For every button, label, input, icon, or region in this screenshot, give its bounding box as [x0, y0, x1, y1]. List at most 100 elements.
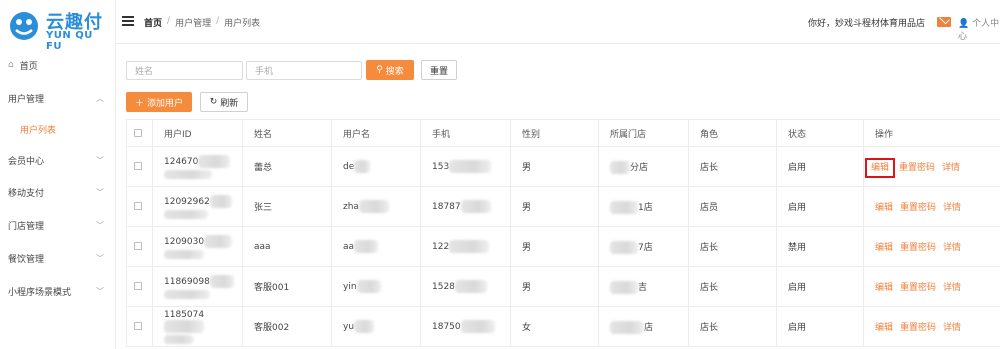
user-id: 1209030 — [164, 236, 205, 247]
detail-link[interactable]: 详情 — [943, 283, 961, 293]
reset-button[interactable]: 重置 — [421, 60, 457, 80]
refresh-label: 刷新 — [220, 98, 239, 109]
breadcrumb-home[interactable]: 首页 — [144, 16, 162, 29]
cell-gender: 男 — [510, 146, 599, 187]
reset-password-link[interactable]: 重置密码 — [900, 243, 936, 253]
cell-phone: 122 — [420, 226, 511, 267]
add-user-button[interactable]: ＋ 添加用户 — [126, 92, 192, 112]
sidebar-item-mobile-pay[interactable]: 移动支付 ﹀ — [0, 177, 116, 207]
cell-store: 分店 — [598, 146, 689, 187]
cell-id: 1209030 — [152, 226, 243, 267]
row-checkbox[interactable] — [126, 226, 153, 267]
row-checkbox[interactable] — [126, 266, 153, 307]
add-user-label: 添加用户 — [147, 98, 184, 109]
chevron-up-icon: ︿ — [96, 94, 104, 103]
chevron-down-icon: ﹀ — [96, 188, 104, 197]
cell-actions: 编辑 重置密码 详情 — [863, 146, 1000, 187]
detail-link[interactable]: 详情 — [943, 243, 961, 253]
cell-status: 启用 — [776, 146, 864, 187]
cell-actions: 编辑 重置密码 详情 — [863, 306, 1000, 347]
column-header: 操作 — [863, 119, 1000, 147]
breadcrumb-separator: / — [167, 16, 171, 26]
cell-status: 启用 — [776, 266, 864, 307]
cell-status: 启用 — [776, 186, 864, 227]
cell-username: de — [331, 146, 421, 187]
reset-password-link[interactable]: 重置密码 — [899, 163, 935, 173]
cell-gender: 男 — [510, 266, 599, 307]
user-center-link[interactable]: 👤 个人中心 — [958, 16, 1000, 42]
sidebar-item-mini-program[interactable]: 小程序场景模式 ﹀ — [0, 276, 116, 306]
cell-role: 店长 — [688, 266, 777, 307]
sidebar-item-store-management[interactable]: 门店管理 ﹀ — [0, 210, 116, 240]
row-checkbox[interactable] — [126, 306, 153, 347]
edit-link[interactable]: 编辑 — [875, 323, 893, 333]
breadcrumb-separator: / — [216, 16, 220, 26]
cell-actions: 编辑 重置密码 详情 — [863, 226, 1000, 267]
cell-name: 蕾总 — [242, 146, 332, 187]
sidebar-item-member-center[interactable]: 会员中心 ﹀ — [0, 145, 116, 175]
column-header: 手机 — [420, 119, 511, 147]
column-header: 性别 — [510, 119, 599, 147]
username-text: de — [343, 162, 355, 172]
table-header-row: 用户ID 姓名 用户名 手机 性别 所属门店 角色 状态 操作 — [126, 119, 1000, 147]
table-row: 1209030 aaa aa 122 男 7店 店长 禁用 编辑 重置密码 详情 — [126, 226, 1000, 267]
sidebar-item-catering[interactable]: 餐饮管理 ﹀ — [0, 243, 116, 273]
cell-phone: 153 — [420, 146, 511, 187]
store-text: 1店 — [638, 202, 653, 213]
cell-role: 店长 — [688, 226, 777, 267]
refresh-button[interactable]: ↻ 刷新 — [200, 92, 248, 112]
cell-name: 张三 — [242, 186, 332, 227]
search-button-label: 搜索 — [385, 66, 404, 77]
breadcrumb-user-management[interactable]: 用户管理 — [175, 16, 211, 29]
chevron-down-icon: ﹀ — [96, 156, 104, 165]
select-all-checkbox[interactable] — [126, 119, 153, 147]
reset-password-link[interactable]: 重置密码 — [900, 323, 936, 333]
sidebar-item-home[interactable]: ⌂ 首页 — [0, 50, 116, 80]
breadcrumb-user-list: 用户列表 — [224, 19, 261, 29]
table-row: 124670 蕾总 de 153 男 分店 店长 启用 编辑 重置密码 详情 — [126, 146, 1000, 187]
username-text: zha — [343, 202, 359, 212]
sidebar-item-label: 用户列表 — [20, 125, 57, 136]
menu-toggle-icon[interactable] — [122, 16, 134, 26]
sidebar-item-user-list[interactable]: 用户列表 — [0, 114, 116, 144]
cell-id: 124670 — [152, 146, 243, 187]
plus-icon: ＋ — [134, 98, 144, 109]
detail-link[interactable]: 详情 — [943, 203, 961, 213]
phone-text: 122 — [432, 242, 450, 252]
username-text: yu — [343, 322, 355, 332]
column-header: 姓名 — [242, 119, 332, 147]
cell-store: 吉 — [598, 266, 689, 307]
row-checkbox[interactable] — [126, 146, 153, 187]
row-checkbox[interactable] — [126, 186, 153, 227]
edit-link[interactable]: 编辑 — [864, 158, 896, 178]
reset-password-link[interactable]: 重置密码 — [900, 283, 936, 293]
cell-id: 11869098 — [152, 266, 243, 307]
cell-role: 店长 — [688, 146, 777, 187]
search-button[interactable]: ⚲ 搜索 — [366, 60, 414, 80]
table-row: 11869098 客服001 yin 1528 男 吉 店长 启用 编辑 重置密码… — [126, 266, 1000, 307]
name-search-input[interactable]: 姓名 — [126, 61, 243, 80]
user-id: 124670 — [164, 156, 199, 167]
edit-link[interactable]: 编辑 — [875, 243, 893, 253]
detail-link[interactable]: 详情 — [943, 323, 961, 333]
cell-store: 店 — [598, 306, 689, 347]
phone-search-input[interactable]: 手机 — [246, 61, 362, 80]
cell-name: aaa — [242, 226, 332, 267]
sidebar-item-user-management[interactable]: 用户管理 ︿ — [0, 83, 116, 113]
mail-icon[interactable] — [937, 17, 951, 27]
cell-status: 启用 — [776, 306, 864, 347]
reset-password-link[interactable]: 重置密码 — [900, 203, 936, 213]
sidebar-item-label: 会员中心 — [8, 156, 45, 167]
edit-link[interactable]: 编辑 — [875, 283, 893, 293]
phone-text: 1528 — [432, 282, 455, 292]
sidebar-item-label: 首页 — [19, 61, 38, 72]
table-row: 12092962 张三 zha 18787 男 1店 店员 启用 编辑 重置密码详… — [126, 186, 1000, 227]
greeting-text: 你好，妙戏斗程材体育用品店 — [808, 19, 926, 29]
refresh-icon: ↻ — [209, 97, 218, 107]
edit-link[interactable]: 编辑 — [875, 203, 893, 213]
detail-link[interactable]: 详情 — [942, 163, 960, 173]
cell-name: 客服002 — [242, 306, 332, 347]
cell-role: 店员 — [688, 186, 777, 227]
cell-phone: 18787 — [420, 186, 511, 227]
cell-actions: 编辑 重置密码 详情 — [863, 266, 1000, 307]
